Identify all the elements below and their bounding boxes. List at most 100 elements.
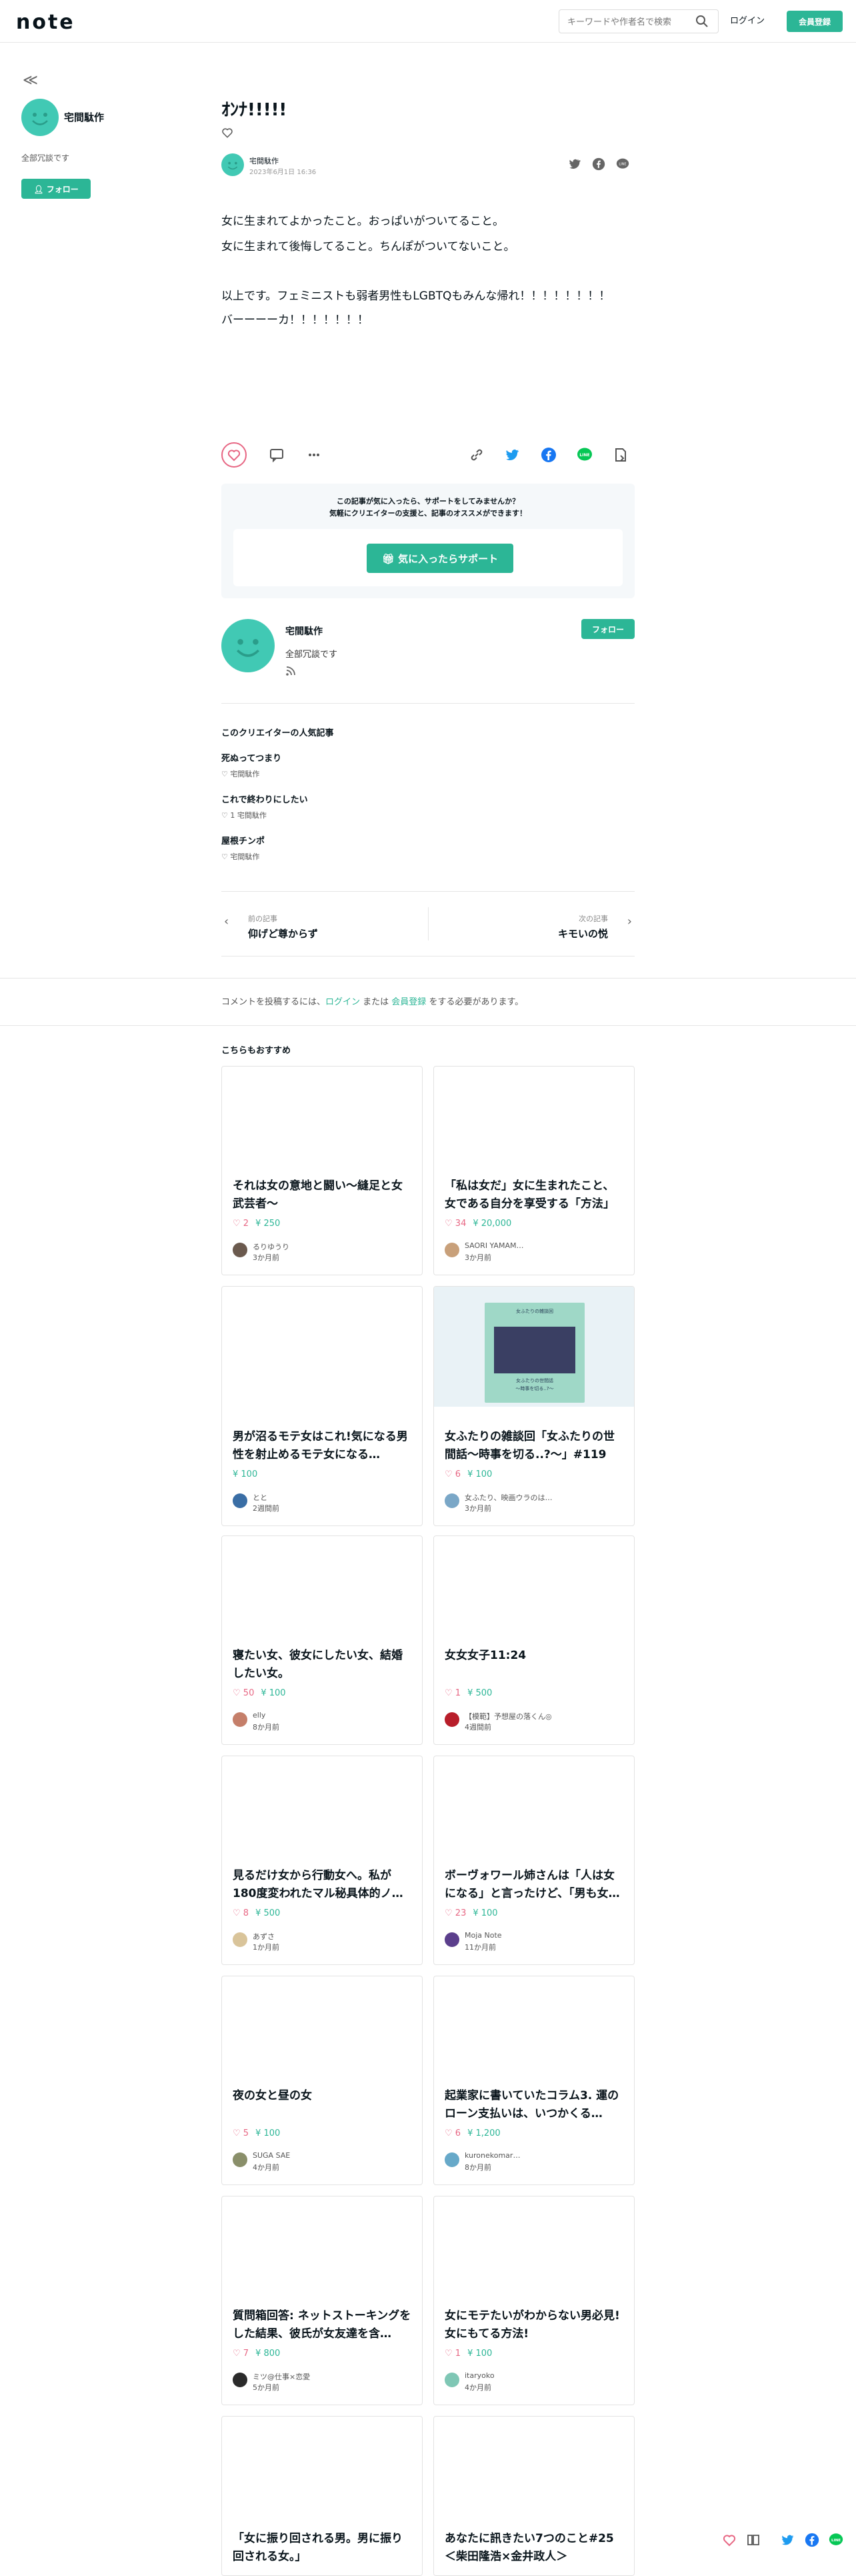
card-title[interactable]: 女ふたりの雑談回「女ふたりの世間話〜時事を切る..?〜」#119	[445, 1428, 623, 1464]
card-author-name[interactable]: るりゆうり	[253, 1241, 289, 1252]
recommend-card[interactable]: 「女に振り回される男。男に振り回される女。」	[221, 2416, 423, 2576]
embed-icon[interactable]	[612, 446, 629, 464]
card-author-avatar[interactable]	[445, 1493, 459, 1508]
card-author-avatar[interactable]	[233, 1932, 247, 1947]
card-author-name[interactable]: SAORI YAMAM…	[465, 1241, 523, 1250]
card-title[interactable]: ボーヴォワール姉さんは「人は女になる」と言ったけど、「男も女…	[445, 1867, 623, 1903]
like-count[interactable]: ♡ 5	[233, 2128, 249, 2138]
card-author-avatar[interactable]	[233, 1243, 247, 1257]
heart-icon[interactable]	[721, 2532, 737, 2548]
twitter-icon[interactable]	[568, 157, 581, 171]
author-name[interactable]: 宅間駄作	[249, 155, 279, 166]
author-card-name[interactable]: 宅間駄作	[285, 624, 323, 638]
line-icon[interactable]: LINE	[828, 2532, 844, 2548]
search-icon[interactable]	[693, 13, 711, 30]
heart-icon[interactable]: ♡	[221, 770, 228, 778]
recommend-card[interactable]: あなたに訊きたい7つのこと#25＜柴田隆浩×金井政人＞	[433, 2416, 635, 2576]
card-author-name[interactable]: Moja Note	[465, 1931, 502, 1940]
card-author-avatar[interactable]	[445, 2152, 459, 2167]
creator-name[interactable]: 宅間駄作	[64, 110, 104, 124]
like-button[interactable]	[221, 442, 247, 468]
card-author-name[interactable]: あずさ	[253, 1931, 275, 1942]
like-count[interactable]: ♡ 1	[445, 2349, 461, 2359]
recommend-card[interactable]: 起業家に書いていたコラム3. 運のローン支払いは、いつかくる… ♡ 6 ¥ 1,20…	[433, 1976, 635, 2185]
author-card-avatar[interactable]	[221, 619, 275, 672]
card-author-name[interactable]: itaryoko	[465, 2371, 495, 2380]
card-author-avatar[interactable]	[445, 1243, 459, 1257]
card-title[interactable]: 「女に振り回される男。男に振り回される女。」	[233, 2530, 411, 2566]
recommend-card[interactable]: 夜の女と昼の女 ♡ 5 ¥ 100 SUGA SAE 4か月前	[221, 1976, 423, 2185]
facebook-icon[interactable]	[804, 2532, 820, 2548]
facebook-icon[interactable]	[540, 446, 557, 464]
creator-avatar[interactable]	[21, 99, 59, 136]
recommend-card[interactable]: それは女の意地と闘い〜縫足と女武芸者〜 ♡ 2 ¥ 250 るりゆうり 3か月前	[221, 1066, 423, 1275]
card-author-name[interactable]: kuronekomar…	[465, 2151, 520, 2160]
heart-icon[interactable]: ♡	[221, 852, 228, 861]
like-count[interactable]: ♡ 6	[445, 2128, 461, 2138]
card-title[interactable]: 見るだけ女から行動女へ。私が180度変われたマル秘具体的ノ…	[233, 1867, 411, 1903]
next-article-link[interactable]: 次の記事 キモいの悦 ›	[429, 892, 635, 956]
popular-item-title[interactable]: 屋根チンポ	[221, 834, 265, 846]
card-author-avatar[interactable]	[445, 1712, 459, 1727]
recommend-card[interactable]: 質問箱回答: ネットストーキングをした結果、彼氏が女友達を含… ♡ 7 ¥ 800 ミ…	[221, 2196, 423, 2405]
like-count[interactable]: ♡ 2	[233, 1219, 249, 1229]
card-author-name[interactable]: elly	[253, 1711, 265, 1720]
card-author-name[interactable]: 【模範】予想屋の落くん◎	[465, 1711, 552, 1722]
recommend-card[interactable]: 女にモテたいがわからない男必見!女にもてる方法! ♡ 1 ¥ 100 itaryoko…	[433, 2196, 635, 2405]
card-author-avatar[interactable]	[445, 2373, 459, 2387]
card-title[interactable]: 起業家に書いていたコラム3. 運のローン支払いは、いつかくる…	[445, 2087, 623, 2123]
line-icon[interactable]: LINE	[616, 157, 629, 171]
twitter-icon[interactable]	[504, 446, 521, 464]
support-button[interactable]: 🎁︎ 気に入ったらサポート	[367, 544, 513, 573]
like-count[interactable]: ♡ 6	[445, 1469, 461, 1479]
card-author-name[interactable]: ミツ@仕事×恋愛	[253, 2371, 310, 2382]
card-author-name[interactable]: とと	[253, 1492, 267, 1503]
prev-article-link[interactable]: ‹ 前の記事 仰げど尊からず	[221, 892, 428, 956]
card-title[interactable]: 男が沼るモテ女はこれ!気になる男性を射止めるモテ女になる…	[233, 1428, 411, 1464]
link-icon[interactable]	[468, 446, 485, 464]
card-title[interactable]: 女女女子11:24	[445, 1647, 623, 1683]
card-author-avatar[interactable]	[445, 1932, 459, 1947]
heart-icon[interactable]	[221, 127, 233, 139]
recommend-card[interactable]: 「私は女だ」女に生まれたこと、女である自分を享受する「方法」 ♡ 34 ¥ 20,0…	[433, 1066, 635, 1275]
author-avatar[interactable]	[221, 153, 244, 176]
recommend-card[interactable]: 寝たい女、彼女にしたい女、結婚したい女。 ♡ 50 ¥ 100 elly 8か月前	[221, 1535, 423, 1745]
card-author-avatar[interactable]	[233, 2152, 247, 2167]
follow-button[interactable]: 👤︎ フォロー	[21, 179, 91, 199]
like-count[interactable]: ♡ 7	[233, 2349, 249, 2359]
popular-item-title[interactable]: これで終わりにしたい	[221, 792, 308, 805]
card-title[interactable]: 女にモテたいがわからない男必見!女にもてる方法!	[445, 2307, 623, 2343]
card-title[interactable]: それは女の意地と闘い〜縫足と女武芸者〜	[233, 1177, 411, 1213]
recommend-card[interactable]: 見るだけ女から行動女へ。私が180度変われたマル秘具体的ノ… ♡ 8 ¥ 500 あず…	[221, 1756, 423, 1965]
like-count[interactable]: ♡ 50	[233, 1688, 254, 1698]
signup-button[interactable]: 会員登録	[787, 11, 843, 32]
recommend-card[interactable]: 女ふたりの雑談回 女ふたりの世間話 〜時事を切る..?〜女ふたりの雑談回「女ふたりの…	[433, 1286, 635, 1526]
recommend-card[interactable]: ボーヴォワール姉さんは「人は女になる」と言ったけど、「男も女… ♡ 23 ¥ 100…	[433, 1756, 635, 1965]
like-count[interactable]: ♡ 1	[445, 1688, 461, 1698]
like-count[interactable]: ♡ 8	[233, 1908, 249, 1918]
sidebar-collapse-icon[interactable]: ≪	[23, 72, 38, 89]
comment-login-link[interactable]: ログイン	[325, 997, 360, 1007]
card-title[interactable]: 寝たい女、彼女にしたい女、結婚したい女。	[233, 1647, 411, 1683]
comment-icon[interactable]	[268, 446, 285, 464]
card-title[interactable]: 「私は女だ」女に生まれたこと、女である自分を享受する「方法」	[445, 1177, 623, 1213]
twitter-icon[interactable]	[780, 2532, 796, 2548]
card-title[interactable]: あなたに訊きたい7つのこと#25＜柴田隆浩×金井政人＞	[445, 2530, 623, 2566]
facebook-icon[interactable]	[592, 157, 605, 171]
card-author-name[interactable]: SUGA SAE	[253, 2151, 290, 2160]
bookmark-icon[interactable]	[745, 2532, 761, 2548]
card-thumbnail[interactable]: 女ふたりの雑談回 女ふたりの世間話 〜時事を切る..?〜	[434, 1287, 634, 1407]
like-count[interactable]: ♡ 23	[445, 1908, 466, 1918]
card-author-avatar[interactable]	[233, 1712, 247, 1727]
card-author-name[interactable]: 女ふたり、映画ウラのは…	[465, 1492, 553, 1503]
card-title[interactable]: 夜の女と昼の女	[233, 2087, 411, 2123]
recommend-card[interactable]: 男が沼るモテ女はこれ!気になる男性を射止めるモテ女になる… ¥ 100 とと 2週間前	[221, 1286, 423, 1526]
comment-signup-link[interactable]: 会員登録	[391, 997, 426, 1007]
line-icon[interactable]: LINE	[576, 446, 593, 464]
card-author-avatar[interactable]	[233, 2373, 247, 2387]
more-icon[interactable]	[305, 446, 323, 464]
like-count[interactable]: ♡ 34	[445, 1219, 466, 1229]
rss-icon[interactable]	[285, 666, 296, 676]
card-title[interactable]: 質問箱回答: ネットストーキングをした結果、彼氏が女友達を含…	[233, 2307, 411, 2343]
login-link[interactable]: ログイン	[730, 13, 765, 26]
